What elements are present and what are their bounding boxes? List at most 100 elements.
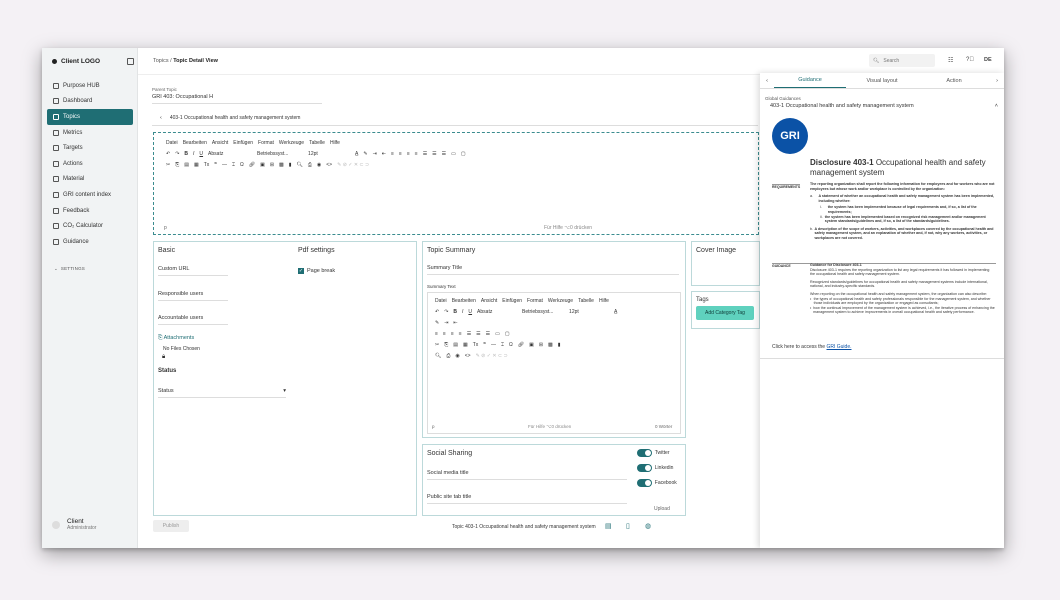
- cover-image-panel[interactable]: Cover Image: [691, 241, 760, 286]
- menu-item-5[interactable]: Werkzeuge: [548, 298, 573, 304]
- settings-section[interactable]: ⌄ SETTINGS: [54, 266, 85, 272]
- sidebar-item-purpose-hub[interactable]: Purpose HUB: [47, 78, 133, 94]
- checklist-icon[interactable]: ☰: [442, 151, 446, 157]
- bullet-list-icon[interactable]: ☰: [423, 151, 427, 157]
- edit-icon[interactable]: ✎ ⊘ ✓ ✕ ⊂ ⊃: [337, 162, 369, 168]
- table-icon[interactable]: ⊞: [539, 342, 543, 348]
- public-site-title-field[interactable]: Public site tab title: [427, 494, 627, 504]
- responsible-users-field[interactable]: Responsible users: [158, 291, 228, 301]
- hr-icon[interactable]: —: [491, 342, 496, 348]
- find-icon[interactable]: 🔍︎: [297, 162, 303, 168]
- highlight-icon[interactable]: ✎: [363, 151, 367, 157]
- accountable-users-field[interactable]: Accountable users: [158, 315, 228, 325]
- hr-icon[interactable]: —: [222, 162, 227, 168]
- clear-format-icon[interactable]: Tx: [473, 342, 479, 348]
- tab-visual-layout[interactable]: Visual layout: [846, 74, 918, 88]
- menu-item-0[interactable]: Datei: [435, 298, 447, 304]
- sidebar-item-gri-content-index[interactable]: GRI content index: [47, 187, 133, 203]
- edit-icon[interactable]: ✎ ⊘ ✓ ✕ ⊂ ⊃: [476, 353, 508, 359]
- custom-url-field[interactable]: Custom URL: [158, 266, 228, 276]
- summary-editor[interactable]: Datei Bearbeiten Ansicht Einfügen Format Werk…: [427, 292, 681, 434]
- align-right-icon[interactable]: ≡: [451, 331, 454, 337]
- search-input[interactable]: 🔍︎ Search: [869, 54, 935, 67]
- table-icon[interactable]: ⊞: [270, 162, 274, 168]
- menu-item-7[interactable]: Hilfe: [599, 298, 609, 304]
- image-icon[interactable]: ▣: [260, 162, 265, 168]
- preview-icon[interactable]: ◉: [317, 162, 321, 168]
- cut-icon[interactable]: ✂: [435, 342, 439, 348]
- align-right-icon[interactable]: ≡: [407, 151, 410, 157]
- bold-icon[interactable]: B: [184, 151, 188, 157]
- menu-item-3[interactable]: Einfügen: [502, 298, 522, 304]
- numbered-list-icon[interactable]: ☰: [476, 331, 480, 337]
- cut-icon[interactable]: ✂: [166, 162, 170, 168]
- menu-item-0[interactable]: Datei: [166, 140, 178, 146]
- underline-icon[interactable]: U: [468, 309, 472, 315]
- style-select[interactable]: Absatz: [477, 309, 517, 315]
- client-logo[interactable]: Client LOGO: [52, 58, 134, 65]
- copy-icon[interactable]: ⎘: [175, 162, 179, 168]
- size-select[interactable]: 12pt: [308, 151, 350, 157]
- sidebar-item-dashboard[interactable]: Dashboard: [47, 94, 133, 110]
- special-char-icon[interactable]: Ω: [240, 162, 244, 168]
- gri-guide-link[interactable]: GRI Guide.: [826, 344, 851, 350]
- bold-icon[interactable]: B: [453, 309, 457, 315]
- comment-icon[interactable]: ▢: [461, 151, 466, 157]
- menu-item-1[interactable]: Bearbeiten: [183, 140, 207, 146]
- page-break-checkbox[interactable]: ✓ Page break: [298, 268, 335, 274]
- undo-icon[interactable]: ↶: [166, 151, 170, 157]
- pdf-icon[interactable]: ▯: [626, 522, 630, 530]
- font-select[interactable]: Betriebssyst...: [522, 309, 564, 315]
- social-media-title-field[interactable]: Social media title: [427, 470, 627, 480]
- code-icon[interactable]: ▭: [495, 331, 500, 337]
- pagebreak-icon[interactable]: ⌶: [232, 162, 235, 168]
- print-icon[interactable]: ⎙: [308, 162, 312, 168]
- history-icon[interactable]: ▤: [605, 522, 612, 530]
- subtopic-selector[interactable]: ‹ 403-1 Occupational health and safety m…: [152, 112, 752, 124]
- menu-item-1[interactable]: Bearbeiten: [452, 298, 476, 304]
- sidebar-item-co-calculator[interactable]: CO₂ Calculator: [47, 218, 133, 234]
- undo-icon[interactable]: ↶: [435, 309, 439, 315]
- redo-icon[interactable]: ↷: [444, 309, 448, 315]
- indent-icon[interactable]: ⇥: [444, 320, 448, 326]
- chevron-up-icon[interactable]: ˄: [995, 103, 998, 109]
- align-center-icon[interactable]: ≡: [399, 151, 402, 157]
- upload-button[interactable]: Upload: [654, 506, 670, 512]
- media-icon[interactable]: ▩: [279, 162, 284, 168]
- attachments-link[interactable]: ⎘ Attachments: [158, 335, 194, 342]
- menu-item-2[interactable]: Ansicht: [481, 298, 497, 304]
- size-select[interactable]: 12pt: [569, 309, 609, 315]
- indent-icon[interactable]: ⇥: [373, 151, 377, 157]
- image-icon[interactable]: ▣: [529, 342, 534, 348]
- checklist-icon[interactable]: ☰: [486, 331, 490, 337]
- menu-item-6[interactable]: Tabelle: [309, 140, 325, 146]
- sidebar-item-material[interactable]: Material: [47, 172, 133, 188]
- back-chevron-icon[interactable]: ‹: [160, 115, 162, 121]
- globe-icon[interactable]: ◍: [645, 522, 651, 530]
- align-left-icon[interactable]: ≡: [435, 331, 438, 337]
- link-icon[interactable]: 🔗︎: [249, 162, 255, 168]
- italic-icon[interactable]: I: [462, 309, 463, 315]
- tab-guidance[interactable]: Guidance: [774, 73, 846, 88]
- font-select[interactable]: Betriebssyst...: [257, 151, 303, 157]
- linkedin-toggle[interactable]: Linkedin: [637, 464, 673, 472]
- bookmark-icon[interactable]: ▮: [558, 342, 561, 348]
- source-code-icon[interactable]: <>: [326, 162, 332, 168]
- sidebar-item-metrics[interactable]: Metrics: [47, 125, 133, 141]
- link-icon[interactable]: 🔗︎: [518, 342, 524, 348]
- style-select[interactable]: Absatz: [208, 151, 252, 157]
- print-icon[interactable]: ⎙: [446, 353, 450, 359]
- status-select[interactable]: Status ▾: [158, 388, 286, 398]
- underline-icon[interactable]: U: [199, 151, 203, 157]
- panel-next-icon[interactable]: ›: [990, 78, 1004, 84]
- panel-prev-icon[interactable]: ‹: [760, 78, 774, 84]
- parent-topic-input[interactable]: GRI 403: Occupational H: [152, 94, 322, 104]
- comment-icon[interactable]: ▢: [505, 331, 510, 337]
- align-center-icon[interactable]: ≡: [443, 331, 446, 337]
- paste-icon[interactable]: ▤: [453, 342, 458, 348]
- highlight-icon[interactable]: ✎: [435, 320, 439, 326]
- menu-item-6[interactable]: Tabelle: [578, 298, 594, 304]
- justify-icon[interactable]: ≡: [415, 151, 418, 157]
- code-icon[interactable]: ▭: [451, 151, 456, 157]
- redo-icon[interactable]: ↷: [175, 151, 179, 157]
